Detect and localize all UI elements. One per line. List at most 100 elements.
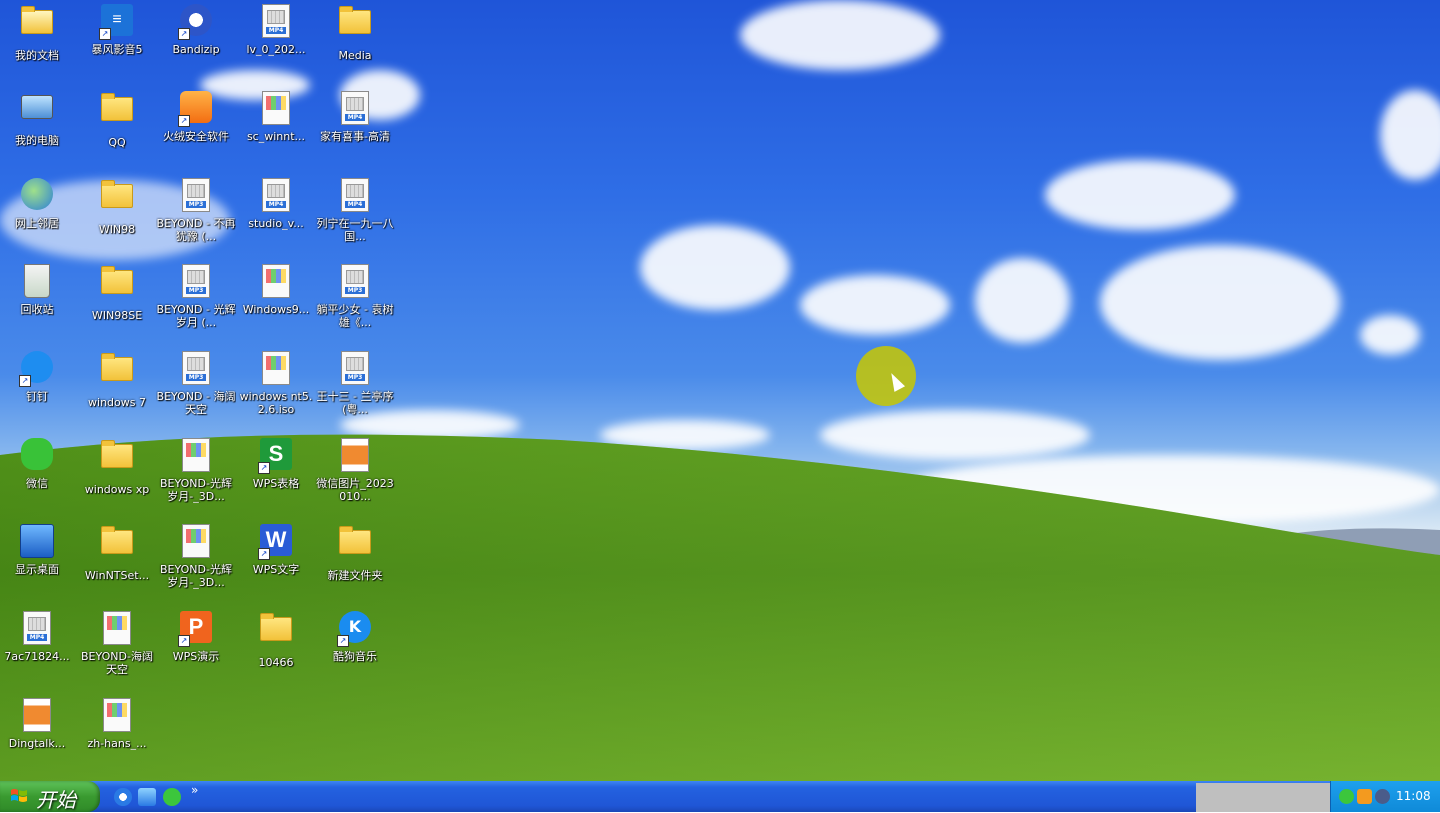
desktop-icon-i3[interactable]: ↗ Bandizip <box>156 2 236 56</box>
desktop-icon-i22[interactable]: windows 7 <box>77 349 157 409</box>
desktop-icon-i12[interactable]: WIN98 <box>77 176 157 236</box>
media-file-icon: MP4 <box>337 91 373 127</box>
desktop-icon-label: studio_v... <box>248 217 304 230</box>
media-file-icon: MP4 <box>258 4 294 40</box>
desktop-icon-i2[interactable]: ≡ ↗ 暴风影音5 <box>77 2 157 56</box>
file-type-badge: MP3 <box>186 201 206 208</box>
volume-tray-icon[interactable] <box>1375 789 1390 804</box>
folder-icon <box>258 613 294 653</box>
desktop-icon-i11[interactable]: 网上邻居 <box>0 176 77 230</box>
desktop-icon-i18[interactable]: MP3 BEYOND - 光辉岁月 (... <box>156 262 236 329</box>
media-file-icon: MP4 <box>337 178 373 214</box>
desktop-icon-label: 火绒安全软件 <box>163 130 229 143</box>
desktop-icon-label: windows nt5.2.6.iso <box>239 390 313 416</box>
start-button[interactable]: 开始 <box>0 781 100 812</box>
desktop-icon-i31[interactable]: 显示桌面 <box>0 522 77 576</box>
quicklaunch-more-chevron-icon[interactable]: » <box>191 783 198 797</box>
quicklaunch-ie-icon[interactable] <box>114 788 132 806</box>
desktop-icon-i28[interactable]: BEYOND-光辉岁月-_3D... <box>156 436 236 503</box>
desktop-icon-i23[interactable]: MP3 BEYOND - 海阔天空 <box>156 349 236 416</box>
desktop-icon-label: Windows9... <box>242 303 310 316</box>
desktop-icon-i16[interactable]: 回收站 <box>0 262 77 316</box>
desktop-icon-label: zh-hans_... <box>87 737 147 750</box>
desktop-icon-label: WPS演示 <box>172 650 220 663</box>
desktop-icon-i35[interactable]: 新建文件夹 <box>315 522 395 582</box>
windows-file-icon <box>258 264 294 300</box>
desktop-icon-i42[interactable]: zh-hans_... <box>77 696 157 750</box>
desktop-icon-label: WIN98SE <box>91 309 143 322</box>
desktop[interactable]: 我的文档 ≡ ↗ 暴风影音5 ↗ Bandizip MP4 lv_0_202... Media 我… <box>0 0 1440 781</box>
shortcut-arrow-icon: ↗ <box>99 28 111 40</box>
desktop-icon-i5[interactable]: Media <box>315 2 395 62</box>
recycle-bin-icon <box>19 264 55 300</box>
taskbar-app-button[interactable] <box>1196 783 1330 812</box>
media-file-icon: MP3 <box>178 178 214 214</box>
desktop-icon-i29[interactable]: S ↗ WPS表格 <box>236 436 316 490</box>
desktop-icon-label: Media <box>338 49 372 62</box>
my-computer-icon <box>19 95 55 131</box>
desktop-icon-label: windows xp <box>84 483 150 496</box>
file-type-badge: MP4 <box>27 634 47 641</box>
desktop-icon-i27[interactable]: windows xp <box>77 436 157 496</box>
desktop-icon-label: 微信图片_2023010... <box>316 477 394 503</box>
desktop-icon-label: 列宁在一九一八 国... <box>316 217 394 243</box>
huorong-tray-icon[interactable] <box>1357 789 1372 804</box>
desktop-icon-i19[interactable]: Windows9... <box>236 262 316 316</box>
quicklaunch-wechat-icon[interactable] <box>163 788 181 806</box>
desktop-icon-i34[interactable]: W ↗ WPS文字 <box>236 522 316 576</box>
desktop-icon-i30[interactable]: 微信图片_2023010... <box>315 436 395 503</box>
media-file-icon: MP3 <box>178 351 214 387</box>
media-file-icon: MP3 <box>337 264 373 300</box>
media-file-icon: MP3 <box>178 264 214 300</box>
show-desktop-icon <box>19 524 55 560</box>
desktop-icon-i40[interactable]: K ↗ 酷狗音乐 <box>315 609 395 663</box>
file-type-badge: MP4 <box>345 201 365 208</box>
desktop-icon-i6[interactable]: 我的电脑 <box>0 89 77 147</box>
desktop-icon-i4[interactable]: MP4 lv_0_202... <box>236 2 316 56</box>
desktop-icon-label: 暴风影音5 <box>91 43 143 56</box>
desktop-icon-label: BEYOND - 不再犹豫 (... <box>156 217 236 243</box>
quicklaunch-show-desktop-icon[interactable] <box>138 788 156 806</box>
wps-presentation-icon: P ↗ <box>178 611 214 647</box>
wps-spreadsheet-icon: S ↗ <box>258 438 294 474</box>
desktop-icon-label: Bandizip <box>172 43 220 56</box>
clock[interactable]: 11:08 <box>1396 789 1431 803</box>
desktop-icon-i20[interactable]: MP3 躺平少女 - 袁树雄《... <box>315 262 395 329</box>
desktop-icon-i14[interactable]: MP4 studio_v... <box>236 176 316 230</box>
desktop-icon-label: BEYOND - 光辉岁月 (... <box>156 303 236 329</box>
desktop-icon-i25[interactable]: MP3 王十三 - 兰亭序 (粤... <box>315 349 395 416</box>
desktop-icon-i33[interactable]: BEYOND-光辉岁月-_3D... <box>156 522 236 589</box>
desktop-icon-i21[interactable]: ↗ 钉钉 <box>0 349 77 403</box>
desktop-icon-label: windows 7 <box>88 396 146 409</box>
desktop-icon-i13[interactable]: MP3 BEYOND - 不再犹豫 (... <box>156 176 236 243</box>
file-type-badge: MP4 <box>266 27 286 34</box>
folder-icon <box>99 93 135 133</box>
bandizip-icon: ↗ <box>178 4 214 40</box>
desktop-icon-i41[interactable]: Dingtalk... <box>0 696 77 750</box>
desktop-icon-i39[interactable]: 10466 <box>236 609 316 669</box>
windows-logo-icon <box>11 789 27 802</box>
desktop-icon-i10[interactable]: MP4 家有喜事-高清 <box>315 89 395 143</box>
desktop-icon-i24[interactable]: windows nt5.2.6.iso <box>236 349 316 416</box>
windows-file-icon <box>99 611 135 647</box>
desktop-icon-i26[interactable]: 微信 <box>0 436 77 490</box>
desktop-icon-label: sc_winnt... <box>246 130 306 143</box>
desktop-icon-label: QQ <box>108 136 126 149</box>
huorong-security-icon: ↗ <box>178 91 214 127</box>
desktop-icon-i1[interactable]: 我的文档 <box>0 2 77 62</box>
desktop-icon-i9[interactable]: sc_winnt... <box>236 89 316 143</box>
desktop-icon-i17[interactable]: WIN98SE <box>77 262 157 322</box>
desktop-icon-label: lv_0_202... <box>246 43 306 56</box>
desktop-icon-i7[interactable]: QQ <box>77 89 157 149</box>
wechat-tray-icon[interactable] <box>1339 789 1354 804</box>
desktop-icon-label: 躺平少女 - 袁树雄《... <box>316 303 394 329</box>
desktop-icon-label: WPS表格 <box>252 477 300 490</box>
desktop-icon-i32[interactable]: WinNTSet... <box>77 522 157 582</box>
desktop-icon-i15[interactable]: MP4 列宁在一九一八 国... <box>315 176 395 243</box>
desktop-icon-label: BEYOND - 海阔天空 <box>156 390 236 416</box>
desktop-icon-i37[interactable]: BEYOND-海阔天空 <box>77 609 157 676</box>
desktop-icon-i8[interactable]: ↗ 火绒安全软件 <box>156 89 236 143</box>
desktop-icon-i36[interactable]: MP4 7ac71824... <box>0 609 77 663</box>
desktop-icon-label: 回收站 <box>20 303 54 316</box>
desktop-icon-i38[interactable]: P ↗ WPS演示 <box>156 609 236 663</box>
